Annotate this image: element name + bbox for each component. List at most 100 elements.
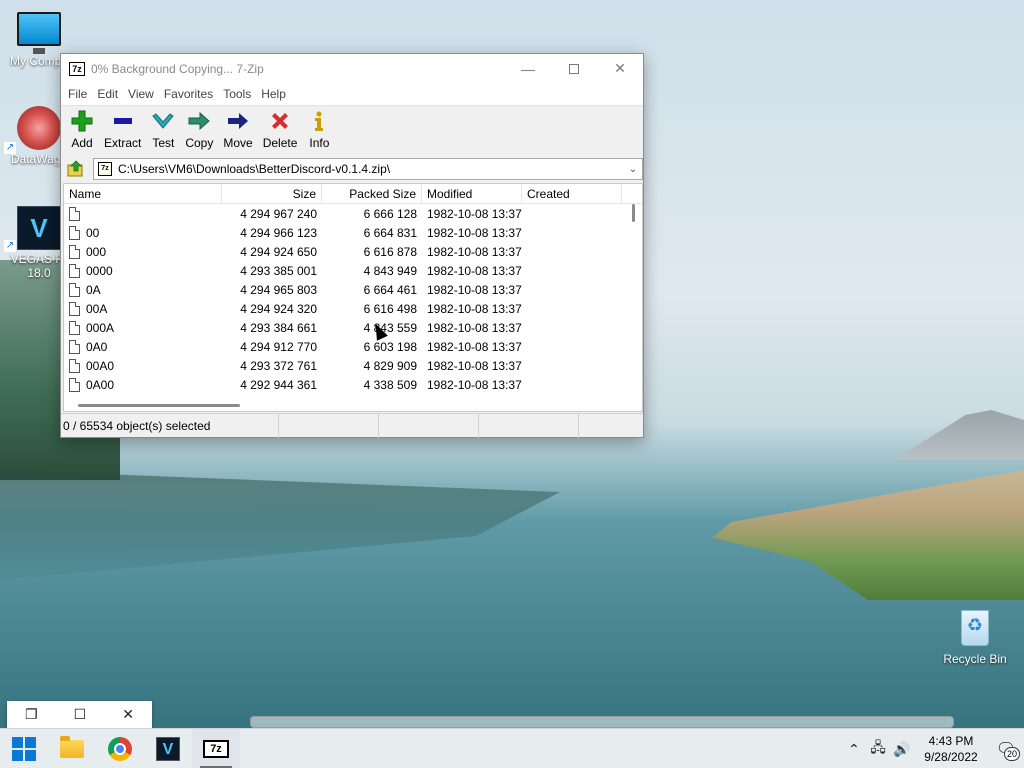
maximize-icon (569, 63, 579, 74)
folder-up-icon (67, 160, 83, 177)
file-name: 0A (86, 282, 101, 297)
maximize-button[interactable] (551, 54, 597, 83)
info-button[interactable]: Info (302, 106, 336, 150)
taskbar-vegas[interactable]: V (144, 729, 192, 768)
toolbar: Add Extract Test Copy Move Delete Info (61, 105, 643, 157)
minimize-button[interactable]: — (505, 54, 551, 83)
start-button[interactable] (0, 729, 48, 768)
column-header-created[interactable]: Created (522, 184, 622, 204)
move-arrow-icon (226, 109, 250, 133)
address-field[interactable]: 7z C:\Users\VM6\Downloads\BetterDiscord-… (93, 158, 643, 180)
cell-packed-size: 6 666 128 (363, 206, 417, 221)
vertical-scroll-thumb[interactable] (632, 204, 635, 222)
file-name: 000A (86, 320, 115, 335)
menu-edit[interactable]: Edit (92, 87, 123, 101)
column-header-modified[interactable]: Modified (422, 184, 522, 204)
table-row[interactable]: 4 294 967 240 6 666 128 1982-10-08 13:37 (64, 204, 642, 223)
copy-button[interactable]: Copy (180, 106, 218, 150)
chevron-down-icon[interactable]: ⌄ (624, 164, 642, 175)
check-icon (151, 109, 175, 133)
taskbar: V 7z ⌃ 🖧 🔊 4:43 PM 9/28/2022 🗨 20 (0, 728, 1024, 768)
table-row[interactable]: 0000 4 293 385 001 4 843 949 1982-10-08 13:… (64, 261, 642, 280)
test-button[interactable]: Test (146, 106, 180, 150)
file-name: 0A00 (86, 377, 115, 392)
cell-packed-size: 6 664 461 (363, 282, 417, 297)
plus-icon (70, 109, 94, 133)
restore-icon[interactable]: ❐ (25, 706, 38, 723)
address-path: C:\Users\VM6\Downloads\BetterDiscord-v0.… (118, 162, 391, 176)
status-bar: 0 / 65534 object(s) selected (61, 413, 643, 438)
menu-file[interactable]: File (63, 87, 92, 101)
x-icon (268, 109, 292, 133)
notification-count: 20 (1004, 747, 1020, 761)
cell-packed-size: 4 829 909 (363, 358, 417, 373)
menu-view[interactable]: View (123, 87, 159, 101)
datawago-icon (17, 106, 61, 150)
cell-packed-size: 4 843 949 (363, 263, 417, 278)
table-row[interactable]: 000 4 294 924 650 6 616 878 1982-10-08 13:3… (64, 242, 642, 261)
menu-favorites[interactable]: Favorites (159, 87, 218, 101)
close-icon[interactable]: ✕ (122, 706, 134, 723)
extract-button[interactable]: Extract (99, 106, 146, 150)
folder-up-button[interactable] (65, 158, 87, 180)
info-icon (307, 109, 331, 133)
table-row[interactable]: 00A 4 294 924 320 6 616 498 1982-10-08 13:3… (64, 299, 642, 318)
info-label: Info (309, 136, 330, 150)
network-icon[interactable]: 🖧 (866, 729, 890, 768)
table-row[interactable]: 000A 4 293 384 661 4 843 559 1982-10-08 13:… (64, 318, 642, 337)
taskbar-7zip[interactable]: 7z (192, 728, 240, 768)
cell-packed-size: 4 338 509 (363, 377, 417, 392)
vertical-scrollbar[interactable] (625, 204, 642, 411)
taskbar-file-explorer[interactable] (48, 729, 96, 768)
table-row[interactable]: 0A00 4 292 944 361 4 338 509 1982-10-08 13:… (64, 375, 642, 394)
notification-button[interactable]: 🗨 20 (988, 729, 1024, 768)
column-header-name[interactable]: Name (64, 184, 222, 204)
move-button[interactable]: Move (218, 106, 257, 150)
close-button[interactable]: ✕ (597, 54, 643, 83)
table-row[interactable]: 00A0 4 293 372 761 4 829 909 1982-10-08 13:… (64, 356, 642, 375)
cell-size: 4 294 967 240 (240, 206, 317, 221)
table-row[interactable]: 0A 4 294 965 803 6 664 461 1982-10-08 13:37 (64, 280, 642, 299)
delete-button[interactable]: Delete (258, 106, 303, 150)
volume-icon[interactable]: 🔊 (890, 729, 914, 768)
cell-name: 0A0 (64, 339, 222, 354)
cell-name: 00 (64, 225, 222, 240)
file-icon (69, 358, 80, 373)
cell-modified: 1982-10-08 13:37 (427, 206, 522, 221)
maximize-icon[interactable]: ☐ (74, 706, 87, 723)
clock[interactable]: 4:43 PM 9/28/2022 (914, 733, 988, 765)
cell-name: 000 (64, 244, 222, 259)
cell-size: 4 294 924 320 (240, 301, 317, 316)
column-header-size[interactable]: Size (222, 184, 322, 204)
menu-bar: File Edit View Favorites Tools Help (61, 83, 643, 105)
title-bar[interactable]: 7z 0% Background Copying... 7-Zip — ✕ (61, 54, 643, 83)
cell-name (64, 206, 222, 221)
chevron-up-icon[interactable]: ⌃ (842, 729, 866, 768)
taskbar-chrome[interactable] (96, 729, 144, 768)
cell-packed-size: 6 603 198 (363, 339, 417, 354)
minus-icon (111, 109, 135, 133)
menu-help[interactable]: Help (256, 87, 291, 101)
menu-tools[interactable]: Tools (218, 87, 256, 101)
cell-size: 4 294 924 650 (240, 244, 317, 259)
status-cell-3 (379, 414, 479, 438)
monitor-icon (17, 12, 61, 54)
add-button[interactable]: Add (65, 106, 99, 150)
zip-file-icon: 7z (98, 162, 112, 176)
file-name: 0000 (86, 263, 113, 278)
7zip-icon: 7z (203, 739, 229, 758)
status-cell-2 (279, 414, 379, 438)
desktop-scroll-strip[interactable] (250, 716, 954, 728)
horizontal-scrollbar[interactable] (64, 399, 625, 411)
snap-flyout: ❐ ☐ ✕ (7, 701, 152, 728)
file-name: 00A0 (86, 358, 115, 373)
desktop-icon-recycle-bin[interactable]: ♻ Recycle Bin (938, 604, 1012, 666)
column-header-packed-size[interactable]: Packed Size (322, 184, 422, 204)
table-row[interactable]: 0A0 4 294 912 770 6 603 198 1982-10-08 13:3… (64, 337, 642, 356)
horizontal-scroll-thumb[interactable] (78, 404, 240, 407)
file-list[interactable]: Name Size Packed Size Modified Created 4… (63, 183, 643, 412)
table-row[interactable]: 00 4 294 966 123 6 664 831 1982-10-08 13:37 (64, 223, 642, 242)
file-name: 0A0 (86, 339, 108, 354)
minimize-icon: — (521, 60, 535, 77)
cell-modified: 1982-10-08 13:37 (427, 377, 522, 392)
